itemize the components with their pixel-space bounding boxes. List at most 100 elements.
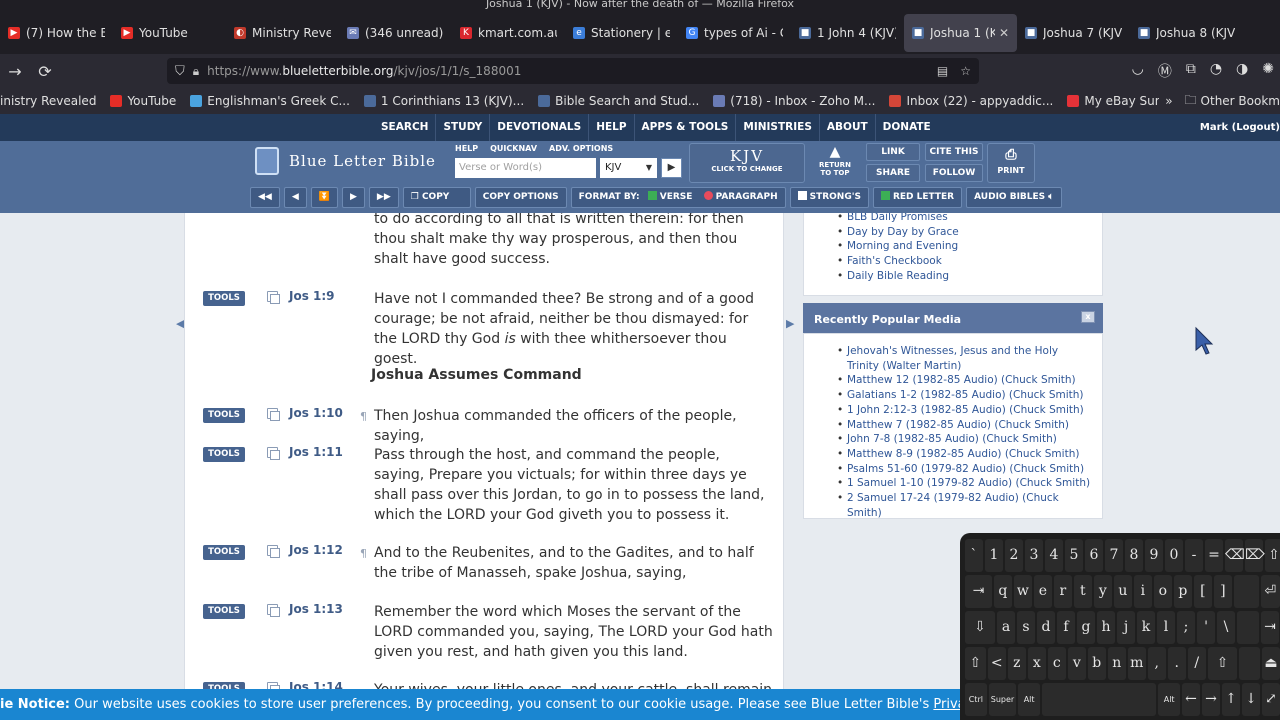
keyboard-key[interactable]: e: [1033, 575, 1052, 608]
quicknav-link[interactable]: QUICKNAV: [490, 144, 537, 153]
reader-view-icon[interactable]: ▤: [937, 64, 948, 78]
keyboard-key[interactable]: ;: [1177, 611, 1195, 644]
keyboard-key[interactable]: h: [1097, 611, 1115, 644]
tools-button[interactable]: TOOLS: [203, 447, 245, 462]
keyboard-key[interactable]: 3: [1025, 539, 1043, 572]
browser-tab[interactable]: ▶ (7) How the El: [0, 14, 113, 52]
copy-verse-icon[interactable]: [267, 545, 280, 558]
media-link[interactable]: Matthew 12 (1982-85 Audio) (Chuck Smith): [837, 373, 1092, 388]
browser-tab[interactable]: ■ 1 John 4 (KJV): [791, 14, 904, 52]
user-account-link[interactable]: Mark (Logout): [1200, 114, 1280, 141]
keyboard-key[interactable]: 2: [1005, 539, 1023, 572]
keyboard-key[interactable]: r: [1053, 575, 1072, 608]
devotional-link[interactable]: Daily Bible Reading: [837, 269, 1102, 284]
keyboard-key[interactable]: →: [1202, 683, 1220, 716]
adv-options-link[interactable]: ADV. OPTIONS: [549, 144, 613, 153]
keyboard-key[interactable]: g: [1077, 611, 1095, 644]
keyboard-key[interactable]: [: [1193, 575, 1212, 608]
keyboard-key[interactable]: <: [987, 647, 1006, 680]
keyboard-key[interactable]: [1237, 611, 1259, 644]
keyboard-key[interactable]: ⇧: [1207, 647, 1238, 680]
media-link[interactable]: Jehovah's Witnesses, Jesus and the Holy …: [837, 344, 1092, 373]
bookmark-item[interactable]: 1 Corinthians 13 (KJV)...: [363, 94, 524, 108]
first-chapter-button[interactable]: ◀◀: [250, 187, 280, 208]
bookmark-item[interactable]: inistry Revealed: [0, 94, 96, 108]
copy-verse-icon[interactable]: [267, 447, 280, 460]
keyboard-key[interactable]: k: [1137, 611, 1155, 644]
browser-tab[interactable]: e Stationery | eB: [565, 14, 678, 52]
keyboard-key[interactable]: w: [1013, 575, 1032, 608]
tools-button[interactable]: TOOLS: [203, 291, 245, 306]
forward-icon[interactable]: →: [0, 62, 30, 81]
browser-tab[interactable]: ■ Joshua 1 (K ✕: [904, 14, 1017, 52]
keyboard-key[interactable]: l: [1157, 611, 1175, 644]
copy-verse-icon[interactable]: [267, 291, 280, 304]
cite-this-button[interactable]: CITE THIS: [925, 143, 983, 161]
devotional-link[interactable]: Day by Day by Grace: [837, 225, 1102, 240]
keyboard-key[interactable]: o: [1153, 575, 1172, 608]
menu-item-devotionals[interactable]: DEVOTIONALS: [489, 114, 588, 141]
prev-chapter-button[interactable]: ◀: [283, 187, 307, 208]
collapse-right-icon[interactable]: ▶: [786, 317, 794, 330]
keyboard-key[interactable]: 4: [1045, 539, 1063, 572]
menu-item-apps-tools[interactable]: APPS & TOOLS: [633, 114, 736, 141]
bookmark-star-icon[interactable]: ☆: [960, 64, 971, 78]
media-link[interactable]: 1 John 2:12-3 (1982-85 Audio) (Chuck Smi…: [837, 403, 1092, 418]
strongs-checkbox[interactable]: [797, 191, 807, 200]
keyboard-key[interactable]: ,: [1147, 647, 1166, 680]
follow-button[interactable]: FOLLOW: [925, 164, 983, 182]
version-change-box[interactable]: KJV CLICK TO CHANGE: [689, 143, 805, 183]
browser-tab[interactable]: Gtypes of Ai - G: [678, 14, 791, 52]
keyboard-key[interactable]: u: [1113, 575, 1132, 608]
keyboard-key[interactable]: 8: [1125, 539, 1143, 572]
keyboard-key[interactable]: =: [1205, 539, 1223, 572]
keyboard-key[interactable]: j: [1117, 611, 1135, 644]
keyboard-key[interactable]: d: [1037, 611, 1055, 644]
reload-icon[interactable]: ⟳: [30, 62, 60, 81]
keyboard-key[interactable]: q: [993, 575, 1012, 608]
verse-checkbox[interactable]: [647, 191, 657, 200]
keyboard-key[interactable]: t: [1073, 575, 1092, 608]
devotional-link[interactable]: BLB Daily Promises: [837, 213, 1102, 225]
copy-options-button[interactable]: COPY OPTIONS: [474, 187, 567, 208]
menu-item-ministries[interactable]: MINISTRIES: [735, 114, 819, 141]
keyboard-key[interactable]: -: [1185, 539, 1203, 572]
keyboard-key[interactable]: c: [1047, 647, 1066, 680]
bookmark-item[interactable]: YouTube: [110, 94, 176, 108]
tools-button[interactable]: TOOLS: [203, 604, 245, 619]
shield-icon[interactable]: ⛉: [175, 64, 185, 79]
media-link[interactable]: John 7-8 (1982-85 Audio) (Chuck Smith): [837, 432, 1092, 447]
keyboard-key[interactable]: i: [1133, 575, 1152, 608]
keyboard-key[interactable]: ⇧: [965, 647, 986, 680]
keyboard-key[interactable]: ⇧: [1265, 539, 1280, 572]
keyboard-key[interactable]: `: [965, 539, 983, 572]
keyboard-key[interactable]: ←: [1182, 683, 1200, 716]
menu-item-donate[interactable]: DONATE: [874, 114, 938, 141]
share-button[interactable]: SHARE: [866, 164, 920, 182]
return-to-top-button[interactable]: ▲ RETURN TO TOP: [815, 143, 855, 183]
menu-item-search[interactable]: SEARCH: [374, 114, 435, 141]
copy-button[interactable]: ❐ COPY: [402, 187, 471, 208]
extensions-icon[interactable]: ⧉: [1186, 61, 1196, 81]
keyboard-key[interactable]: Alt: [1018, 683, 1040, 716]
keyboard-key[interactable]: ': [1197, 611, 1215, 644]
verse-ref[interactable]: Jos 1:13: [289, 602, 343, 616]
devotional-link[interactable]: Morning and Evening: [837, 239, 1102, 254]
browser-tab[interactable]: ■ Joshua 7 (KJV: [1017, 14, 1130, 52]
media-link[interactable]: 1 Samuel 1-10 (1979-82 Audio) (Chuck Smi…: [837, 476, 1092, 491]
strongs-toggle[interactable]: STRONG'S: [789, 187, 869, 208]
keyboard-key[interactable]: s: [1017, 611, 1035, 644]
red-letter-checkbox[interactable]: [880, 191, 890, 200]
copy-verse-icon[interactable]: [267, 408, 280, 421]
keyboard-key[interactable]: ⏎: [1260, 575, 1280, 608]
bookmark-item[interactable]: Englishman's Greek C...: [190, 94, 350, 108]
audio-bibles-button[interactable]: AUDIO BIBLES 🔈︎: [966, 187, 1062, 208]
keyboard-key[interactable]: ⇩: [965, 611, 995, 644]
menu-item-help[interactable]: HELP: [588, 114, 633, 141]
menu-item-study[interactable]: STUDY: [435, 114, 489, 141]
print-button[interactable]: ⎙ PRINT: [987, 143, 1035, 183]
keyboard-key[interactable]: n: [1107, 647, 1126, 680]
pocket-icon[interactable]: ◡: [1132, 61, 1144, 81]
keyboard-key[interactable]: ↑: [1222, 683, 1240, 716]
tools-button[interactable]: TOOLS: [203, 408, 245, 423]
